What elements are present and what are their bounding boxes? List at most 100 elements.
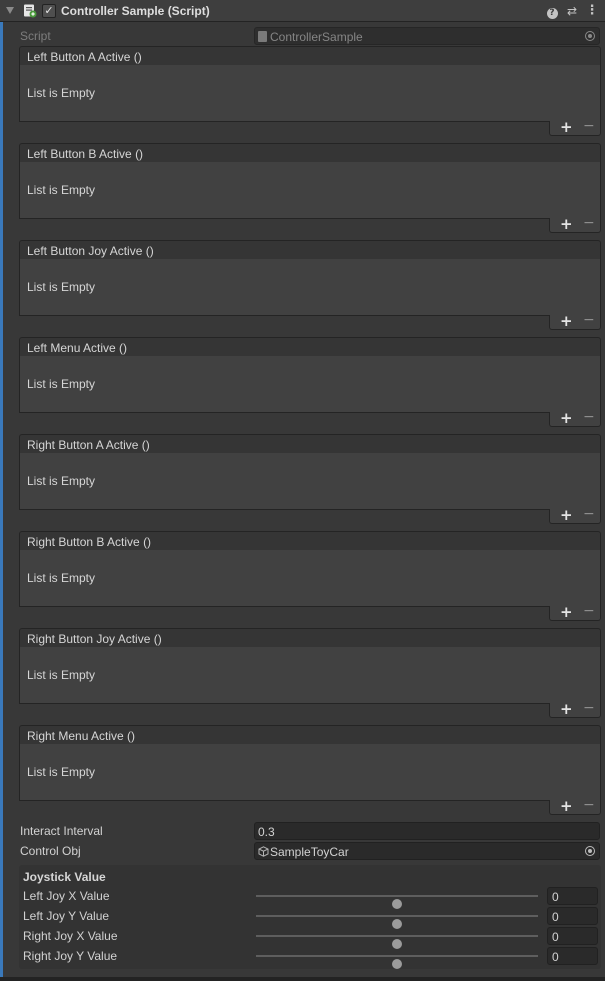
event-list-body: List is Empty <box>19 550 601 607</box>
slider-value: 0 <box>552 890 559 904</box>
right-joy-y-row: Right Joy Y Value 0 <box>23 947 599 969</box>
script-label: Script <box>20 29 51 43</box>
control-obj-row: Control Obj SampleToyCar <box>20 842 600 860</box>
event-footer: + − <box>549 506 601 524</box>
remove-listener-button[interactable]: − <box>583 215 595 231</box>
enabled-checkbox[interactable]: ✓ <box>42 4 56 18</box>
add-listener-button[interactable]: + <box>560 700 573 718</box>
event-label: Left Button B Active () <box>27 147 144 161</box>
slider-value: 0 <box>552 930 559 944</box>
event-header[interactable]: Left Button A Active () <box>19 46 601 66</box>
event-header[interactable]: Right Menu Active () <box>19 725 601 745</box>
event-header[interactable]: Left Button Joy Active () <box>19 240 601 260</box>
event-left-menu: Left Menu Active () List is Empty + − <box>19 337 601 427</box>
event-list-body: List is Empty <box>19 259 601 316</box>
script-component-icon <box>24 4 37 18</box>
event-right-button-joy: Right Button Joy Active () List is Empty… <box>19 628 601 718</box>
remove-listener-button[interactable]: − <box>583 409 595 425</box>
selection-accent-bar <box>0 22 3 977</box>
event-footer: + − <box>549 215 601 233</box>
event-header[interactable]: Right Button B Active () <box>19 531 601 551</box>
right-joy-x-row: Right Joy X Value 0 <box>23 927 599 949</box>
remove-listener-button[interactable]: − <box>583 506 595 522</box>
event-label: Right Menu Active () <box>27 729 136 743</box>
presets-icon[interactable]: ⇄ <box>564 3 580 19</box>
joystick-value-group: Joystick Value Left Joy X Value 0 Left J… <box>19 865 601 969</box>
joystick-group-title: Joystick Value <box>23 870 106 884</box>
left-joy-y-row: Left Joy Y Value 0 <box>23 907 599 929</box>
event-header[interactable]: Right Button A Active () <box>19 434 601 454</box>
empty-list-text: List is Empty <box>27 377 96 391</box>
inspector-bottom-divider <box>0 977 605 981</box>
event-footer: + − <box>549 603 601 621</box>
event-footer: + − <box>549 700 601 718</box>
slider-track[interactable] <box>256 935 538 949</box>
left-joy-x-row: Left Joy X Value 0 <box>23 887 599 909</box>
event-footer: + − <box>549 312 601 330</box>
event-label: Right Button A Active () <box>27 438 150 452</box>
add-listener-button[interactable]: + <box>560 409 573 427</box>
event-label: Right Button Joy Active () <box>27 632 162 646</box>
slider-value-field[interactable]: 0 <box>547 907 598 925</box>
add-listener-button[interactable]: + <box>560 506 573 524</box>
context-menu-icon[interactable]: ⋮ <box>584 3 600 19</box>
event-header[interactable]: Left Menu Active () <box>19 337 601 357</box>
remove-listener-button[interactable]: − <box>583 312 595 328</box>
empty-list-text: List is Empty <box>27 571 96 585</box>
event-header[interactable]: Right Button Joy Active () <box>19 628 601 648</box>
remove-listener-button[interactable]: − <box>583 797 595 813</box>
remove-listener-button[interactable]: − <box>583 700 595 716</box>
event-list-body: List is Empty <box>19 162 601 219</box>
slider-value: 0 <box>552 950 559 964</box>
add-listener-button[interactable]: + <box>560 603 573 621</box>
empty-list-text: List is Empty <box>27 86 96 100</box>
component-header[interactable]: ✓ Controller Sample (Script) ? ⇄ ⋮ <box>0 0 605 22</box>
gameobject-cube-icon <box>258 846 269 857</box>
script-object-field: ControllerSample <box>254 27 600 45</box>
slider-label: Left Joy X Value <box>23 889 110 903</box>
interact-interval-field[interactable]: 0.3 <box>254 822 600 840</box>
help-icon[interactable]: ? <box>544 3 560 19</box>
script-row: Script ControllerSample <box>20 27 600 45</box>
empty-list-text: List is Empty <box>27 668 96 682</box>
event-label: Right Button B Active () <box>27 535 152 549</box>
remove-listener-button[interactable]: − <box>583 118 595 134</box>
empty-list-text: List is Empty <box>27 280 96 294</box>
control-obj-value: SampleToyCar <box>270 845 349 859</box>
slider-value-field[interactable]: 0 <box>547 887 598 905</box>
event-right-menu: Right Menu Active () List is Empty + − <box>19 725 601 815</box>
add-listener-button[interactable]: + <box>560 797 573 815</box>
remove-listener-button[interactable]: − <box>583 603 595 619</box>
script-file-icon <box>258 31 267 42</box>
object-picker-icon[interactable] <box>585 846 595 856</box>
event-footer: + − <box>549 797 601 815</box>
event-header[interactable]: Left Button B Active () <box>19 143 601 163</box>
event-left-button-b: Left Button B Active () List is Empty + … <box>19 143 601 233</box>
event-list-body: List is Empty <box>19 647 601 704</box>
event-label: Left Button A Active () <box>27 50 142 64</box>
empty-list-text: List is Empty <box>27 183 96 197</box>
slider-value-field[interactable]: 0 <box>547 927 598 945</box>
event-left-button-joy: Left Button Joy Active () List is Empty … <box>19 240 601 330</box>
control-obj-field[interactable]: SampleToyCar <box>254 842 600 860</box>
slider-value: 0 <box>552 910 559 924</box>
foldout-arrow-icon[interactable] <box>6 7 14 14</box>
event-right-button-b: Right Button B Active () List is Empty +… <box>19 531 601 621</box>
add-listener-button[interactable]: + <box>560 118 573 136</box>
slider-track[interactable] <box>256 955 538 969</box>
event-list-body: List is Empty <box>19 356 601 413</box>
slider-track[interactable] <box>256 895 538 909</box>
event-list-body: List is Empty <box>19 65 601 122</box>
slider-value-field[interactable]: 0 <box>547 947 598 965</box>
event-label: Left Button Joy Active () <box>27 244 154 258</box>
add-listener-button[interactable]: + <box>560 215 573 233</box>
interact-interval-row: Interact Interval 0.3 <box>20 822 600 840</box>
control-obj-label: Control Obj <box>20 844 81 858</box>
slider-track[interactable] <box>256 915 538 929</box>
slider-thumb[interactable] <box>392 959 402 969</box>
interact-interval-label: Interact Interval <box>20 824 103 838</box>
event-list-body: List is Empty <box>19 453 601 510</box>
object-picker-icon <box>585 31 595 41</box>
add-listener-button[interactable]: + <box>560 312 573 330</box>
event-footer: + − <box>549 409 601 427</box>
